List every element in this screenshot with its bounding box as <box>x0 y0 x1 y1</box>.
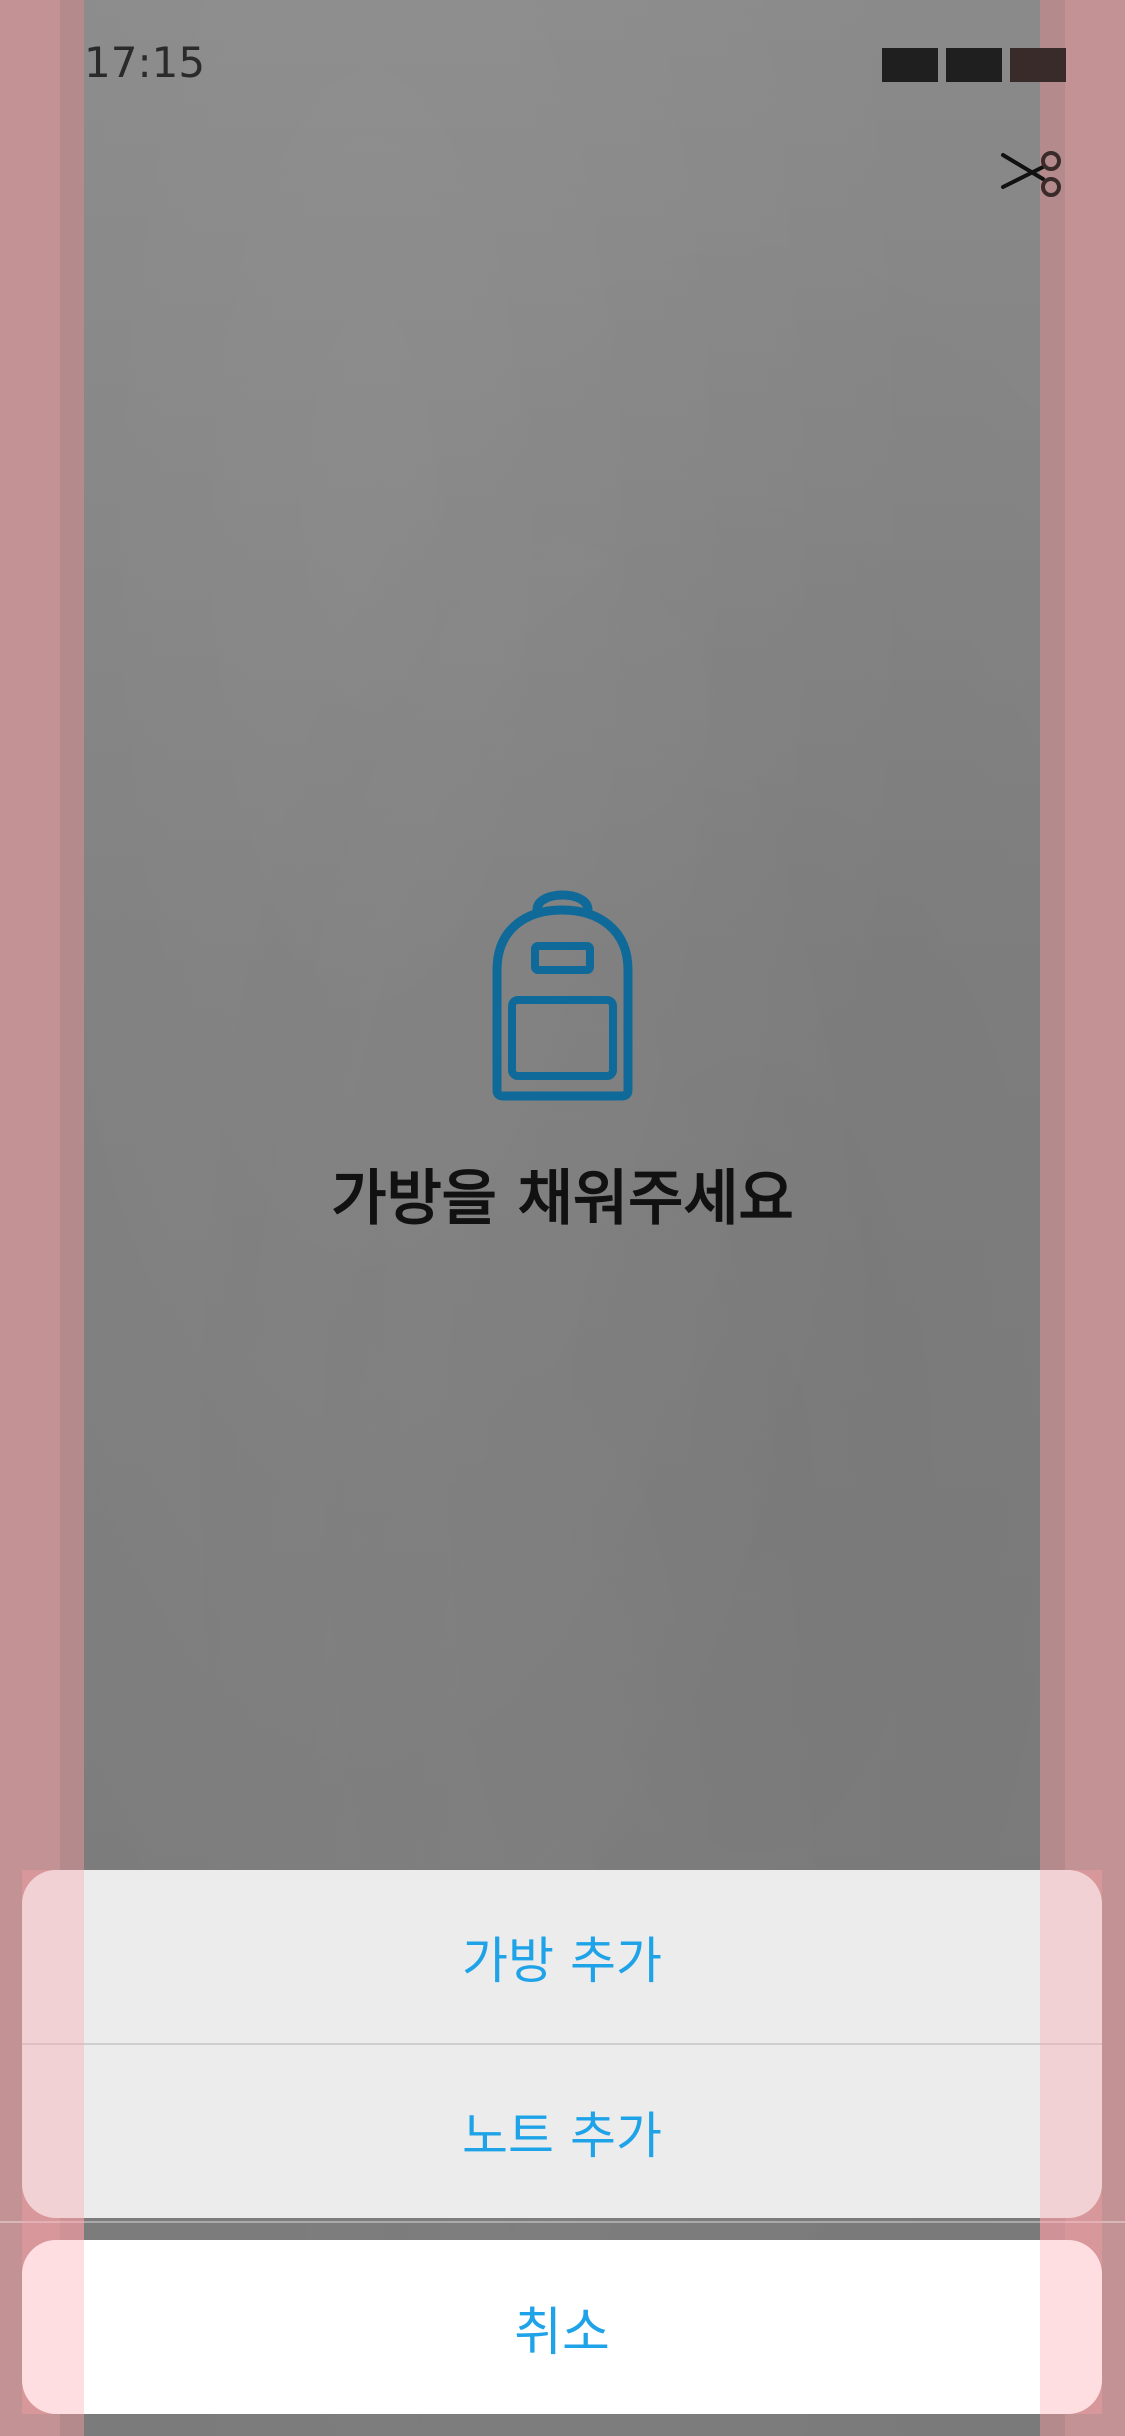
status-icons <box>882 48 1066 84</box>
scissors-icon <box>1001 151 1061 197</box>
battery-icon <box>1010 48 1066 82</box>
add-bag-button[interactable]: 가방 추가 <box>22 1870 1102 2043</box>
app-screen: 17:15 가방을 채워주세요 가방 추가 노트 추가 취소 <box>0 0 1125 2436</box>
empty-state-title: 가방을 채워주세요 <box>331 1164 794 1234</box>
signal-icon <box>882 48 938 82</box>
status-time: 17:15 <box>84 38 206 87</box>
backpack-icon <box>492 890 633 1101</box>
wifi-icon <box>946 48 1002 82</box>
action-sheet: 가방 추가 노트 추가 <box>22 1870 1102 2218</box>
add-note-button[interactable]: 노트 추가 <box>22 2045 1102 2218</box>
scissors-button[interactable] <box>996 145 1066 203</box>
cancel-button[interactable]: 취소 <box>22 2240 1102 2414</box>
sheet-separator <box>0 2221 1125 2223</box>
